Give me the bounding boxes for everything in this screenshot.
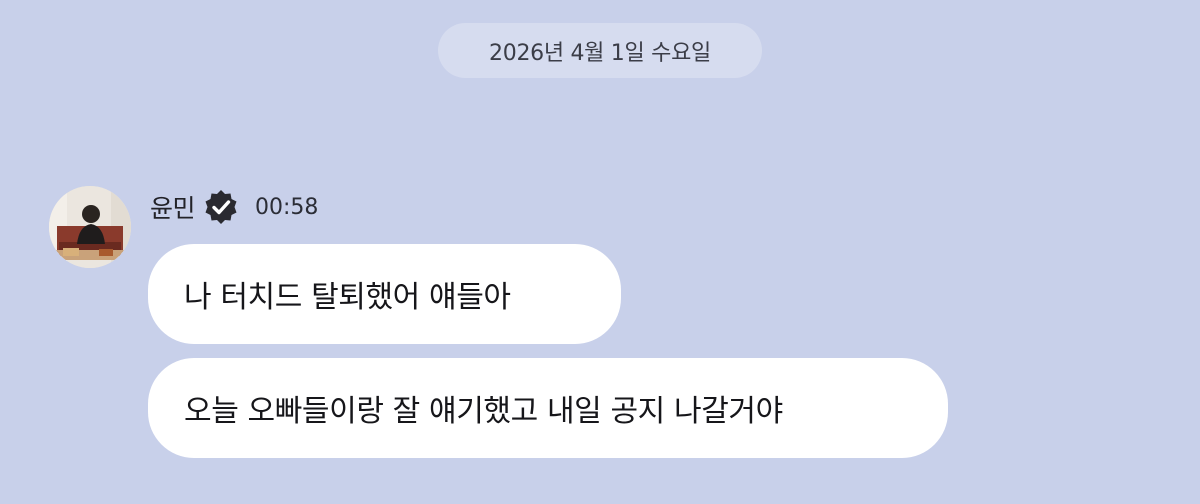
- message-text: 나 터치드 탈퇴했어 얘들아: [184, 280, 511, 315]
- avatar[interactable]: [49, 186, 131, 268]
- message-time: 00:58: [255, 194, 319, 220]
- message-text: 오늘 오빠들이랑 잘 얘기했고 내일 공지 나갈거야: [184, 394, 783, 429]
- date-divider: 2026년 4월 1일 수요일: [438, 23, 762, 78]
- message-bubble[interactable]: 오늘 오빠들이랑 잘 얘기했고 내일 공지 나갈거야: [148, 358, 948, 458]
- sender-header: 윤민 00:58: [150, 187, 318, 227]
- verified-badge-icon: [201, 187, 241, 227]
- avatar-photo: [49, 186, 131, 268]
- date-divider-label: 2026년 4월 1일 수요일: [489, 40, 711, 66]
- message-bubble[interactable]: 나 터치드 탈퇴했어 얘들아: [148, 244, 621, 344]
- sender-name[interactable]: 윤민: [150, 189, 196, 225]
